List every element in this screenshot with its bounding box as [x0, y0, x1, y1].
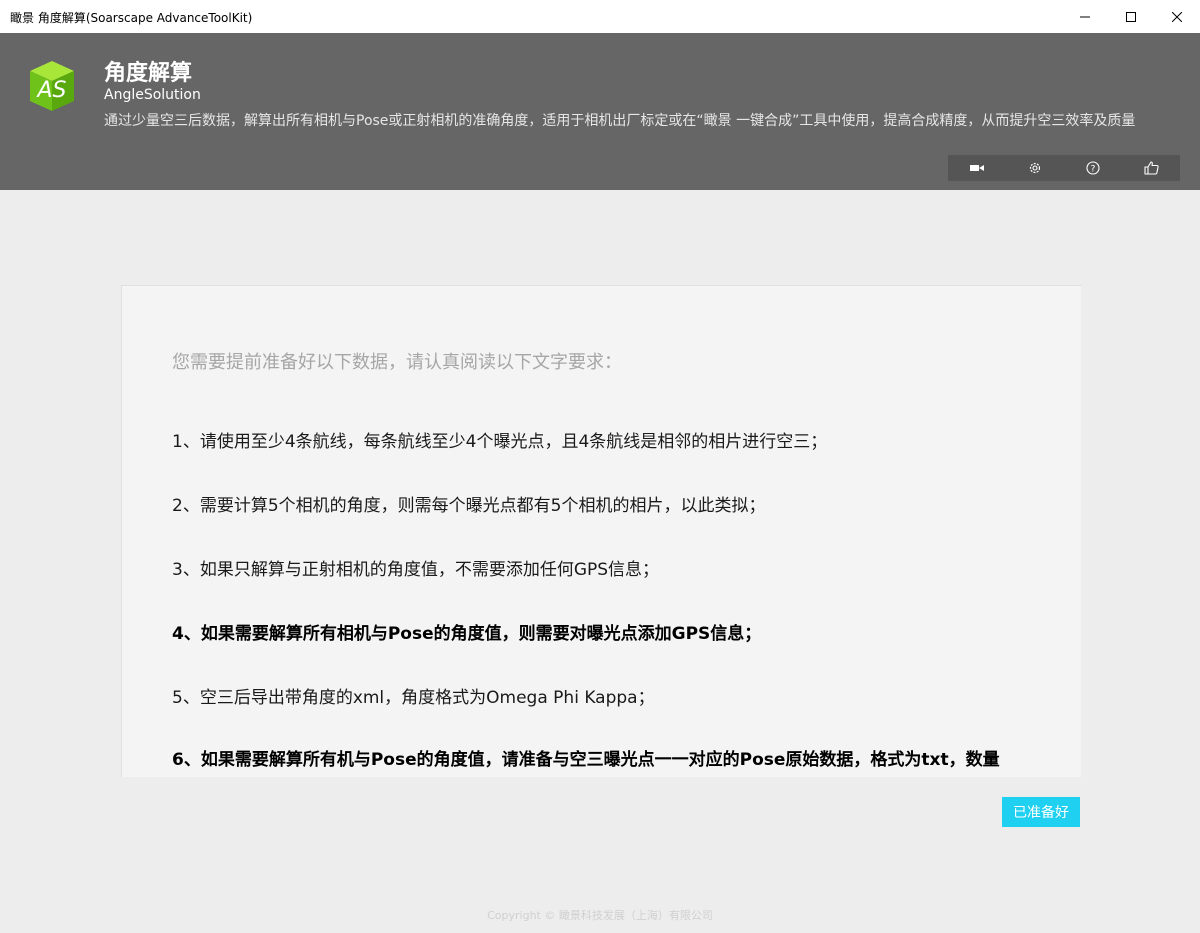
- minimize-icon: [1080, 16, 1090, 17]
- gear-icon: [1029, 162, 1041, 174]
- minimize-button[interactable]: [1062, 0, 1108, 33]
- thumbs-up-icon: [1143, 161, 1159, 175]
- settings-button[interactable]: [1006, 155, 1064, 181]
- requirement-item-6: 6、如果需要解算所有机与Pose的角度值，请准备与空三曝光点一一对应的Pose原…: [172, 750, 1000, 770]
- requirements-heading: 您需要提前准备好以下数据，请认真阅读以下文字要求：: [172, 352, 622, 373]
- app-logo: AS: [24, 57, 80, 113]
- like-button[interactable]: [1122, 155, 1180, 181]
- footer-copyright: Copyright © 瞰景科技发展（上海）有限公司: [487, 909, 713, 922]
- logo-text: AS: [35, 78, 66, 103]
- requirement-item-5: 5、空三后导出带角度的xml，角度格式为Omega Phi Kappa；: [172, 688, 655, 708]
- requirement-item-2: 2、需要计算5个相机的角度，则需每个曝光点都有5个相机的相片，以此类拟；: [172, 496, 766, 516]
- app-window: 瞰景 角度解算(Soarscape AdvanceToolKit) AS 角度解…: [0, 0, 1200, 933]
- requirement-item-1: 1、请使用至少4条航线，每条航线至少4个曝光点，且4条航线是相邻的相片进行空三；: [172, 432, 828, 452]
- ready-button[interactable]: 已准备好: [1002, 797, 1080, 827]
- window-title: 瞰景 角度解算(Soarscape AdvanceToolKit): [10, 11, 253, 25]
- app-description: 通过少量空三后数据，解算出所有相机与Pose或正射相机的准确角度，适用于相机出厂…: [104, 113, 1136, 129]
- maximize-icon: [1126, 11, 1136, 22]
- app-title: 角度解算: [104, 61, 193, 86]
- requirement-item-4: 4、如果需要解算所有相机与Pose的角度值，则需要对曝光点添加GPS信息；: [172, 624, 762, 644]
- help-button[interactable]: ?: [1064, 155, 1122, 181]
- help-icon: ?: [1086, 161, 1100, 175]
- svg-text:?: ?: [1091, 165, 1096, 175]
- app-header: AS 角度解算 AngleSolution 通过少量空三后数据，解算出所有相机与…: [0, 33, 1200, 190]
- video-icon: [970, 165, 984, 171]
- requirements-card[interactable]: 您需要提前准备好以下数据，请认真阅读以下文字要求： 1、请使用至少4条航线，每条…: [121, 285, 1081, 777]
- video-button[interactable]: [948, 155, 1006, 181]
- maximize-button[interactable]: [1108, 0, 1154, 33]
- close-button[interactable]: [1154, 0, 1200, 33]
- close-icon: [1172, 11, 1182, 22]
- header-toolbar: ?: [948, 155, 1180, 181]
- requirement-item-3: 3、如果只解算与正射相机的角度值，不需要添加任何GPS信息；: [172, 560, 660, 580]
- app-subtitle: AngleSolution: [104, 87, 201, 103]
- title-bar: 瞰景 角度解算(Soarscape AdvanceToolKit): [0, 0, 1200, 33]
